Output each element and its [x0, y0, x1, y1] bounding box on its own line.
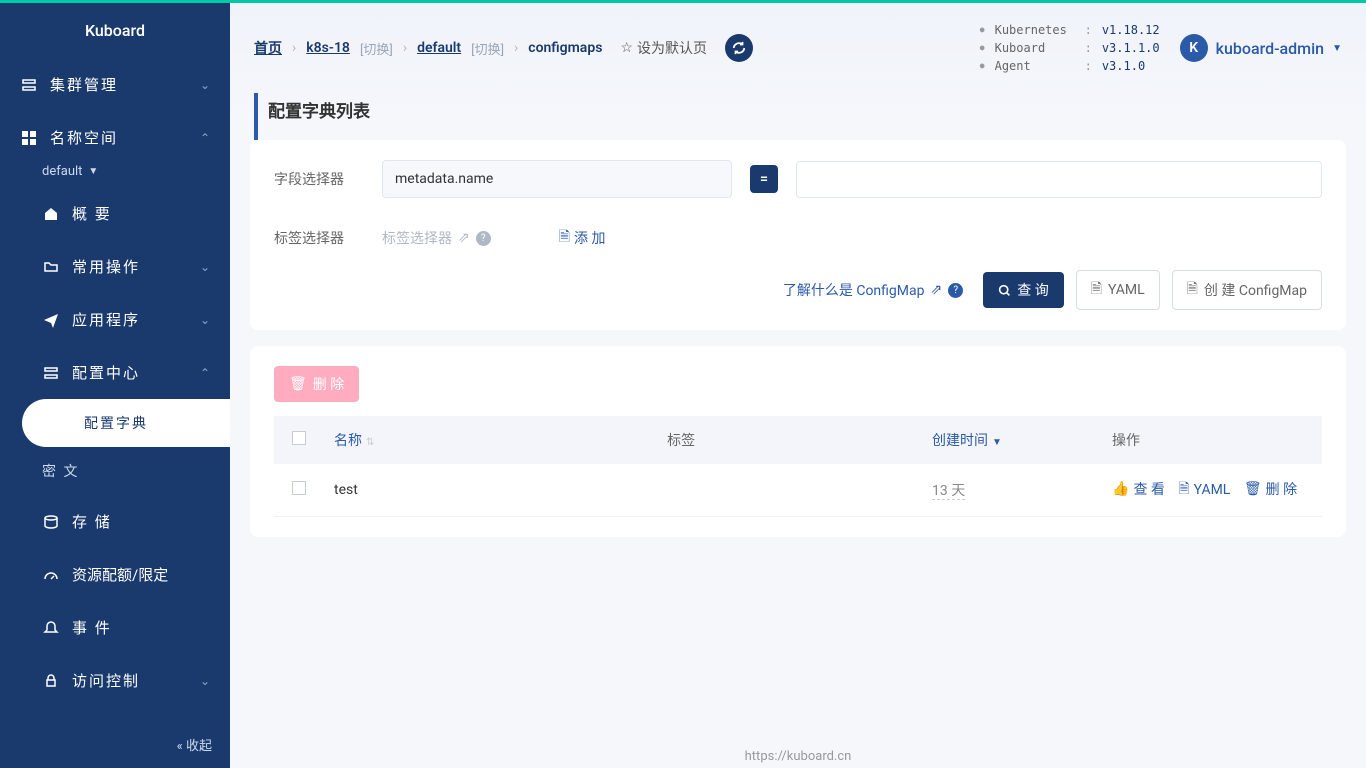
operator-button[interactable]: = — [750, 165, 778, 193]
chevron-up-icon: ⌃ — [200, 131, 210, 145]
field-value-input[interactable] — [796, 161, 1322, 198]
page-title: 配置字典列表 — [254, 93, 1366, 140]
switch-namespace[interactable]: [切换] — [471, 39, 504, 58]
caret-down-icon: ▼ — [88, 166, 98, 177]
footer-url: https://kuboard.cn — [745, 749, 852, 764]
help-icon: ? — [948, 283, 963, 298]
version-info: ●Kubernetes:v1.18.12 ●Kuboard:v3.1.1.0 ●… — [980, 21, 1160, 75]
chevron-up-icon: ⌃ — [200, 366, 210, 380]
breadcrumb-cluster[interactable]: k8s-18 — [306, 40, 350, 56]
sidebar-item-secret[interactable]: 密 文 — [42, 447, 230, 495]
row-name[interactable]: test — [334, 482, 358, 498]
layers-icon — [20, 76, 38, 94]
trash-icon: 🗑 — [1244, 481, 1262, 497]
star-icon: ☆ — [620, 40, 633, 56]
sidebar-item-access[interactable]: 访问控制 ⌄ — [42, 654, 230, 707]
sidebar-item-common[interactable]: 常用操作 ⌄ — [42, 240, 230, 293]
set-default-page[interactable]: ☆ 设为默认页 — [620, 38, 707, 58]
sidebar-item-config[interactable]: 配置中心 ⌃ — [42, 346, 230, 399]
user-menu[interactable]: K kuboard-admin ▼ — [1180, 34, 1342, 62]
lock-icon — [42, 672, 60, 690]
breadcrumb-namespace[interactable]: default — [417, 40, 461, 56]
query-button[interactable]: 查 询 — [983, 272, 1063, 308]
tag-selector-label: 标签选择器 — [274, 228, 364, 248]
field-selector-dropdown[interactable]: metadata.name — [382, 160, 732, 198]
chevron-down-icon: ⌄ — [200, 674, 210, 688]
file-plus-icon: 🗎 — [559, 226, 570, 250]
plane-icon — [42, 311, 60, 329]
sidebar-item-apps[interactable]: 应用程序 ⌄ — [42, 293, 230, 346]
sidebar: Kuboard 集群管理 ⌄ 名称空间 ⌃ default ▼ 概 要 常用操作… — [0, 3, 230, 768]
external-link-icon: ⇗ — [458, 230, 470, 246]
gauge-icon — [42, 566, 60, 584]
file-icon: 🗎 — [1178, 478, 1189, 502]
database-icon — [42, 513, 60, 531]
sidebar-item-events[interactable]: 事 件 — [42, 601, 230, 654]
row-checkbox[interactable] — [292, 481, 306, 495]
col-tags: 标签 — [657, 416, 922, 464]
breadcrumb: 首页 › k8s-18 [切换] › default [切换] › config… — [254, 34, 980, 62]
bell-icon — [42, 619, 60, 637]
col-name[interactable]: 名称⇅ — [324, 416, 657, 464]
help-icon: ? — [476, 231, 491, 246]
learn-configmap-link[interactable]: 了解什么是 ConfigMap ⇗ ? — [783, 280, 963, 300]
tag-selector-button[interactable]: 标签选择器 ⇗ ? — [382, 228, 491, 248]
grid-icon — [20, 129, 38, 147]
file-plus-icon: 🗎 — [1187, 278, 1198, 302]
avatar: K — [1180, 34, 1208, 62]
sidebar-item-quota[interactable]: 资源配额/限定 — [42, 548, 230, 601]
thumb-icon: 👍 — [1112, 481, 1129, 497]
namespace-selector[interactable]: default ▼ — [0, 164, 230, 179]
sidebar-collapse[interactable]: « 收起 — [177, 735, 212, 754]
row-created: 13 天 — [932, 483, 965, 500]
refresh-button[interactable] — [725, 34, 753, 62]
sidebar-item-overview[interactable]: 概 要 — [42, 187, 230, 240]
home-icon — [42, 205, 60, 223]
filter-panel: 字段选择器 metadata.name = 标签选择器 标签选择器 ⇗ ? 🗎 … — [250, 140, 1346, 330]
sidebar-item-configmap[interactable]: 配置字典 — [22, 399, 230, 447]
field-selector-label: 字段选择器 — [274, 169, 364, 189]
chevron-right-icon: › — [403, 40, 407, 56]
header: 首页 › k8s-18 [切换] › default [切换] › config… — [230, 3, 1366, 93]
col-ops: 操作 — [1102, 416, 1322, 464]
trash-icon: 🗑 — [289, 376, 307, 392]
row-yaml-button[interactable]: 🗎YAML — [1178, 478, 1230, 502]
app-logo[interactable]: Kuboard — [0, 3, 230, 58]
table-panel: 🗑 删 除 名称⇅ 标签 创建时间▼ 操作 test 13 天 — [250, 346, 1346, 537]
table-row: test 13 天 👍查 看 🗎YAML 🗑删 除 — [274, 464, 1322, 517]
sidebar-item-namespace[interactable]: 名称空间 ⌃ — [0, 111, 230, 164]
add-tag-button[interactable]: 🗎 添 加 — [559, 226, 606, 250]
view-button[interactable]: 👍查 看 — [1112, 479, 1165, 499]
folder-icon — [42, 258, 60, 276]
yaml-button[interactable]: 🗎 YAML — [1076, 270, 1160, 310]
external-link-icon: ⇗ — [930, 282, 942, 298]
sidebar-item-storage[interactable]: 存 储 — [42, 495, 230, 548]
chevron-right-icon: › — [292, 40, 296, 56]
stack-icon — [42, 364, 60, 382]
row-delete-button[interactable]: 🗑删 除 — [1244, 479, 1297, 499]
file-icon: 🗎 — [1091, 278, 1102, 302]
configmap-table: 名称⇅ 标签 创建时间▼ 操作 test 13 天 👍查 看 🗎YAML 🗑删 … — [274, 416, 1322, 517]
caret-down-icon: ▼ — [1332, 43, 1342, 54]
create-configmap-button[interactable]: 🗎 创 建 ConfigMap — [1172, 270, 1322, 310]
main-area: 首页 › k8s-18 [切换] › default [切换] › config… — [230, 3, 1366, 768]
sidebar-item-cluster[interactable]: 集群管理 ⌄ — [0, 58, 230, 111]
breadcrumb-home[interactable]: 首页 — [254, 38, 282, 58]
delete-selected-button[interactable]: 🗑 删 除 — [274, 366, 359, 402]
chevron-right-icon: › — [514, 40, 518, 56]
breadcrumb-resource: configmaps — [528, 40, 602, 56]
chevron-down-icon: ⌄ — [200, 78, 210, 92]
select-all-checkbox[interactable] — [292, 431, 306, 445]
col-created[interactable]: 创建时间▼ — [922, 416, 1102, 464]
chevron-down-icon: ⌄ — [200, 260, 210, 274]
switch-cluster[interactable]: [切换] — [360, 39, 393, 58]
chevron-down-icon: ⌄ — [200, 313, 210, 327]
